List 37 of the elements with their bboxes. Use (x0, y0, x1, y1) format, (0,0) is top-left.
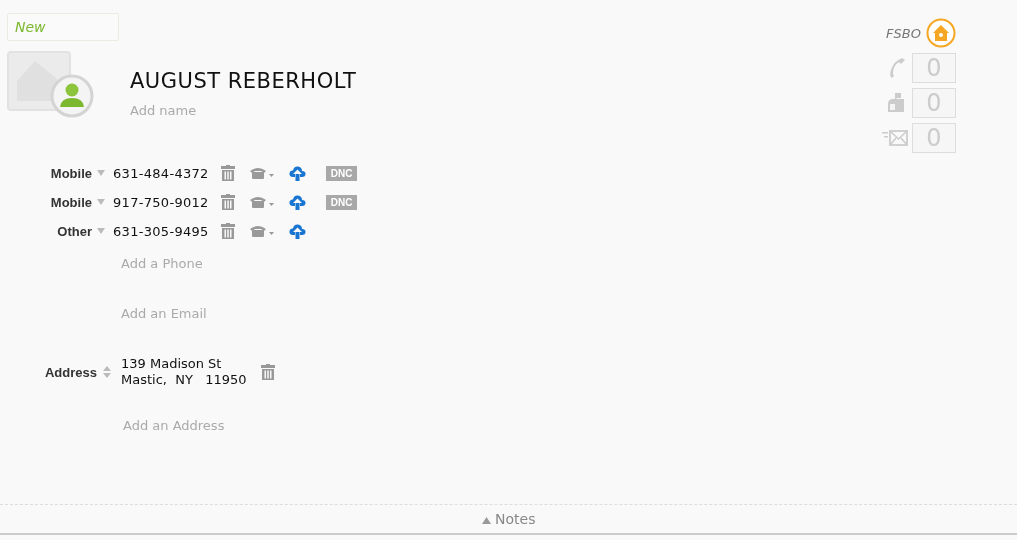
trash-icon[interactable] (220, 223, 235, 239)
cloud-upload-icon[interactable] (288, 223, 306, 239)
notes-bar[interactable]: Notes (0, 504, 1017, 535)
dnc-badge[interactable]: DNC (325, 165, 358, 181)
caret-icon[interactable] (97, 199, 105, 205)
cloud-upload-icon[interactable] (288, 194, 306, 210)
phone-type-label[interactable]: Mobile (7, 165, 92, 181)
fsbo-label: FSBO (886, 25, 921, 41)
telephone-dropdown-icon[interactable] (248, 195, 275, 209)
add-phone-link[interactable]: Add a Phone (121, 256, 358, 271)
caret-icon[interactable] (97, 170, 105, 176)
phone-type-label[interactable]: Other (7, 223, 92, 239)
trash-icon[interactable] (220, 165, 235, 181)
status-field[interactable]: New (7, 13, 119, 41)
contact-avatar-icon (7, 51, 95, 119)
phone-type-label[interactable]: Mobile (7, 194, 92, 210)
phone-number: 917-750-9012 (113, 194, 209, 210)
telephone-dropdown-icon[interactable] (248, 224, 275, 238)
contact-name: AUGUST REBERHOLT (130, 69, 357, 93)
phone-number: 631-484-4372 (113, 165, 209, 181)
trash-icon[interactable] (220, 194, 235, 210)
phone-number: 631-305-9495 (113, 223, 209, 239)
dnc-badge[interactable]: DNC (325, 194, 358, 210)
add-email-link[interactable]: Add an Email (121, 306, 358, 321)
address-line: 139 Madison St (121, 356, 223, 372)
trash-icon[interactable] (260, 364, 275, 380)
envelope-icon (882, 129, 908, 147)
add-address-link[interactable]: Add an Address (123, 418, 358, 433)
address-label: Address (43, 364, 97, 380)
add-name-link[interactable]: Add name (130, 103, 357, 118)
cloud-upload-icon[interactable] (288, 165, 306, 181)
caret-icon[interactable] (97, 228, 105, 234)
phone-handset-icon (888, 57, 908, 79)
address-line: Mastic, NY 11950 (121, 372, 247, 388)
house-tag-icon[interactable] (926, 18, 956, 48)
sort-arrows-icon[interactable] (103, 365, 111, 379)
telephone-dropdown-icon[interactable] (248, 166, 275, 180)
